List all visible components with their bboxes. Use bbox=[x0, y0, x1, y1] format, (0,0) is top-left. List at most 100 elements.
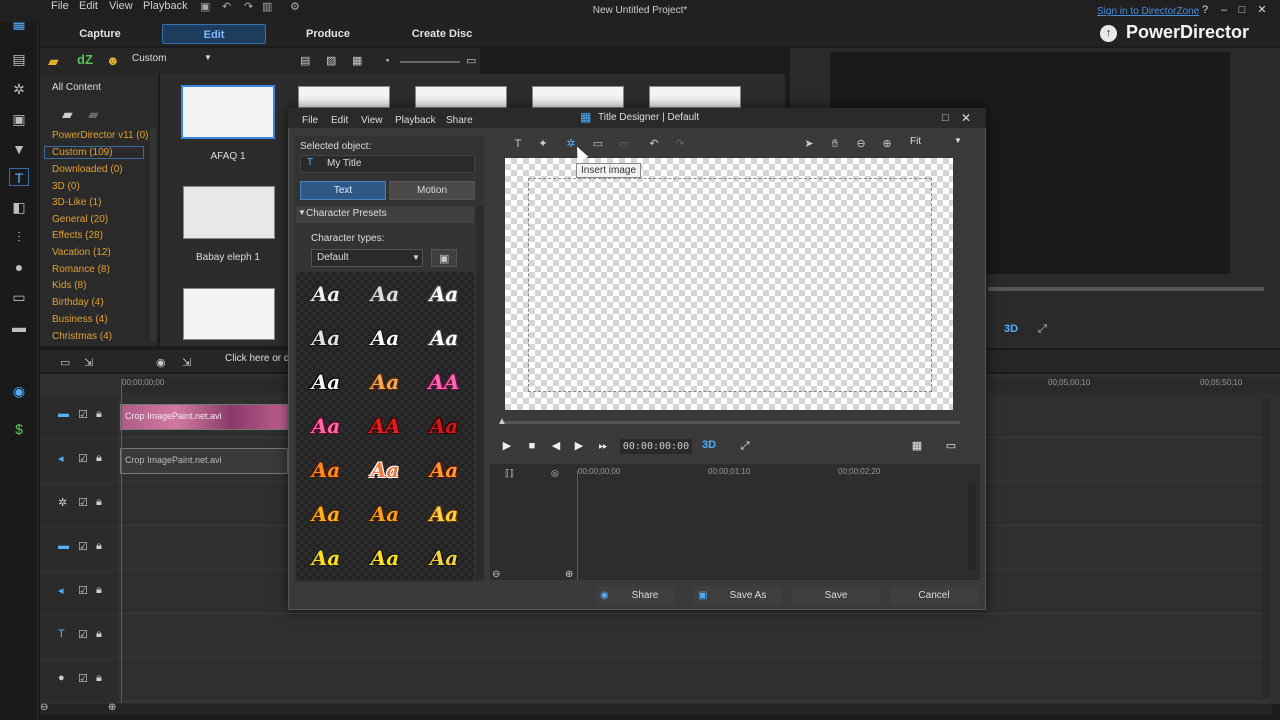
import-folder-icon[interactable]: ▰ bbox=[48, 53, 59, 70]
lock-icon[interactable]: 🔒︎ bbox=[96, 408, 102, 421]
zoom-out-icon[interactable]: ⊖ bbox=[492, 569, 500, 580]
maximize-icon[interactable]: □ bbox=[1235, 3, 1249, 17]
character-preset-swatch[interactable]: Aa bbox=[298, 274, 354, 314]
minimize-icon[interactable]: – bbox=[1217, 3, 1231, 17]
library-thumb[interactable] bbox=[181, 85, 275, 139]
magic-tools-icon[interactable]: $ bbox=[9, 420, 29, 438]
share-button[interactable]: ◉ Share bbox=[596, 586, 674, 606]
all-content-label[interactable]: All Content bbox=[52, 82, 101, 93]
fullscreen-icon[interactable]: ⤢ bbox=[1038, 323, 1047, 336]
character-preset-swatch[interactable]: Aa bbox=[298, 450, 354, 490]
split-icon[interactable]: ⇲ bbox=[182, 356, 191, 369]
category-item[interactable]: Vacation (12) bbox=[52, 247, 111, 258]
character-preset-swatch[interactable]: Aa bbox=[357, 318, 413, 358]
save-icon[interactable]: ▣ bbox=[200, 0, 210, 13]
timeline-scrollbar[interactable] bbox=[40, 704, 1272, 714]
zoom-in-icon[interactable]: ⊕ bbox=[880, 137, 894, 151]
category-item[interactable]: Kids (8) bbox=[52, 280, 86, 291]
hand-tool-icon[interactable]: ✋︎ bbox=[828, 137, 842, 151]
library-thumb[interactable] bbox=[415, 86, 507, 108]
presets-scrollbar[interactable] bbox=[476, 206, 484, 580]
pip-room-icon[interactable]: ▣ bbox=[9, 110, 29, 128]
lock-icon[interactable]: 🔒︎ bbox=[96, 496, 102, 509]
category-item[interactable]: 3D-Like (1) bbox=[52, 197, 101, 208]
category-item[interactable]: PowerDirector v11 (0) bbox=[52, 130, 149, 141]
fullscreen-icon[interactable]: ⤢ bbox=[738, 439, 752, 453]
td-menu-edit[interactable]: Edit bbox=[331, 115, 348, 126]
preview-seekbar[interactable] bbox=[988, 287, 1264, 291]
category-item[interactable]: Christmas (4) bbox=[52, 331, 112, 342]
character-preset-swatch[interactable]: Aa bbox=[416, 494, 472, 534]
close-icon[interactable]: ✕ bbox=[1255, 3, 1269, 17]
library-thumb[interactable] bbox=[649, 86, 741, 108]
redo-icon[interactable]: ↷ bbox=[244, 0, 253, 13]
menu-playback[interactable]: Playback bbox=[143, 0, 188, 12]
character-preset-swatch[interactable]: Aa bbox=[416, 406, 472, 446]
user-icon[interactable]: ☻ bbox=[106, 53, 120, 68]
transition-room-icon[interactable]: ◧ bbox=[9, 198, 29, 216]
checkbox-icon[interactable]: ☑ bbox=[78, 452, 88, 465]
marker-icon[interactable]: ◎ bbox=[551, 468, 559, 479]
character-preset-swatch[interactable]: Aa bbox=[298, 362, 354, 402]
lock-icon[interactable]: 🔒︎ bbox=[96, 540, 102, 553]
selected-object-field[interactable]: T My Title bbox=[300, 155, 475, 173]
lock-icon[interactable]: 🔒︎ bbox=[96, 628, 102, 641]
character-preset-swatch[interactable]: AA bbox=[357, 406, 413, 446]
next-frame-icon[interactable]: ▶ bbox=[572, 439, 586, 453]
zoom-select[interactable]: Fit ▼ bbox=[910, 136, 966, 152]
library-thumb[interactable] bbox=[183, 288, 275, 340]
title-timeline-vscroll[interactable] bbox=[968, 484, 976, 570]
td-menu-share[interactable]: Share bbox=[446, 115, 473, 126]
delete-background-icon[interactable]: ▭ bbox=[617, 137, 631, 151]
character-preset-swatch[interactable]: Aa bbox=[357, 494, 413, 534]
display-mode-icon[interactable]: ▭ bbox=[944, 439, 958, 453]
category-item[interactable]: Effects (28) bbox=[52, 230, 103, 241]
insert-text-icon[interactable]: T bbox=[511, 137, 525, 151]
tab-text[interactable]: Text bbox=[300, 181, 386, 200]
stop-icon[interactable]: ■ bbox=[525, 439, 539, 453]
character-preset-swatch[interactable]: Aa bbox=[357, 538, 413, 578]
zoom-in-icon[interactable]: ⊕ bbox=[565, 569, 573, 580]
preset-manage-button[interactable]: ▣ bbox=[431, 249, 457, 267]
audio-clip[interactable]: Crop ImagePaint.net.avi bbox=[120, 448, 288, 474]
fast-forward-icon[interactable]: ⏩︎ bbox=[596, 439, 610, 453]
timecode-display[interactable]: 00:00:00:00 bbox=[620, 439, 692, 454]
character-preset-swatch[interactable]: Aa bbox=[298, 494, 354, 534]
lock-icon[interactable]: 🔒︎ bbox=[96, 452, 102, 465]
media-room-icon[interactable]: ▤ bbox=[9, 50, 29, 68]
menu-view[interactable]: View bbox=[109, 0, 133, 12]
checkbox-icon[interactable]: ☑ bbox=[78, 540, 88, 553]
insert-particle-icon[interactable]: ✦ bbox=[536, 137, 550, 151]
previous-frame-icon[interactable]: ◀ bbox=[549, 439, 563, 453]
timeline-playhead[interactable] bbox=[121, 378, 122, 703]
import-icon[interactable]: ▤ bbox=[300, 54, 310, 67]
category-scrollbar[interactable] bbox=[150, 128, 156, 342]
select-tool-icon[interactable]: ➤ bbox=[802, 137, 816, 151]
library-thumb[interactable] bbox=[183, 186, 275, 239]
grid-lines-icon[interactable]: ▦ bbox=[910, 439, 924, 453]
character-types-select[interactable]: Default ▼ bbox=[311, 249, 423, 267]
td-menu-file[interactable]: File bbox=[302, 115, 318, 126]
category-item[interactable]: 3D (0) bbox=[52, 181, 80, 192]
snapshot-icon[interactable]: ▥ bbox=[262, 0, 272, 13]
subtitle-room-icon[interactable]: ▬ bbox=[9, 318, 29, 336]
fit-icon[interactable]: ⇲ bbox=[84, 356, 93, 369]
undo-icon[interactable]: ↶ bbox=[222, 0, 231, 13]
zoom-in-icon[interactable]: ⊕ bbox=[108, 702, 116, 713]
maximize-icon[interactable]: □ bbox=[942, 112, 949, 124]
timeline-vscroll[interactable] bbox=[1262, 398, 1270, 698]
cancel-button[interactable]: Cancel bbox=[890, 586, 978, 606]
3d-toggle-icon[interactable]: 3D bbox=[702, 439, 716, 451]
library-thumb[interactable] bbox=[532, 86, 624, 108]
character-preset-swatch[interactable]: AA bbox=[416, 362, 472, 402]
td-menu-playback[interactable]: Playback bbox=[395, 115, 436, 126]
insert-background-icon[interactable]: ▭ bbox=[591, 137, 605, 151]
fx-room-icon[interactable]: ✲ bbox=[9, 80, 29, 98]
click-here-hint[interactable]: Click here or dr bbox=[225, 353, 293, 364]
grid-view-icon[interactable]: ▦ bbox=[352, 54, 362, 67]
menu-file[interactable]: File bbox=[51, 0, 69, 12]
video-clip[interactable]: Crop ImagePaint.net.avi bbox=[120, 404, 288, 430]
help-icon[interactable]: ? bbox=[1198, 3, 1212, 17]
character-preset-swatch[interactable]: Aa bbox=[298, 538, 354, 578]
character-preset-swatch[interactable]: Aa bbox=[416, 538, 472, 578]
